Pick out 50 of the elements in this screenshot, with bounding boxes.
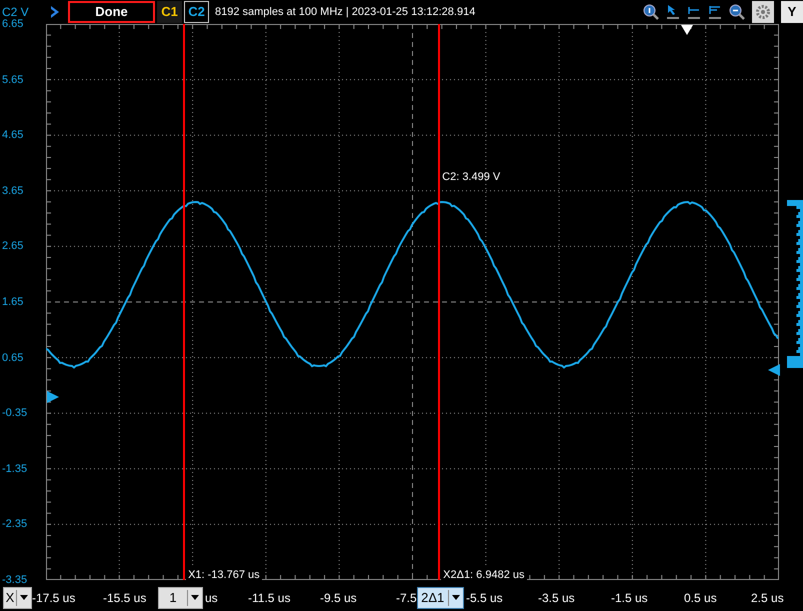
axis-label: 4.65 — [1, 129, 24, 142]
axis-label: -11.5 us — [248, 590, 290, 606]
dropdown[interactable]: 1 — [158, 586, 203, 608]
axis-label: 0.5 us — [684, 590, 717, 606]
cursor-readout: X1: -13.767 us — [186, 566, 262, 583]
acquisition-info: 8192 samples at 100 MHz | 2023-01-25 13:12:28.914 — [215, 4, 476, 20]
trigger-marker-icon[interactable] — [681, 25, 693, 35]
axis-label: -3.5 us — [538, 590, 575, 606]
axis-label: -3.35 — [1, 574, 28, 586]
axis-label: 0.65 — [1, 352, 24, 364]
caret-icon — [191, 595, 199, 600]
level-marker-icon[interactable] — [768, 364, 780, 376]
axis-label: -17.5 us — [32, 590, 76, 606]
cursor-line[interactable] — [438, 24, 440, 580]
value-readout: C2: 3.499 V — [442, 170, 500, 185]
axis-label: 5.65 — [1, 74, 24, 86]
zoom-in-icon[interactable] — [643, 4, 659, 20]
axis-label: 6.65 — [1, 18, 24, 30]
settings-button[interactable] — [752, 1, 774, 23]
axis-label: 1.65 — [1, 296, 24, 308]
cursor-icon[interactable] — [666, 4, 680, 20]
channel-tab[interactable]: C1 — [157, 1, 182, 23]
axis-label: -15.5 us — [103, 590, 146, 606]
axis-label: -2.35 — [1, 518, 28, 530]
axis-unit: C2 V — [1, 4, 30, 19]
horizontal-cursor-icon[interactable] — [687, 4, 701, 20]
cursor-line[interactable] — [183, 24, 186, 580]
ground-marker-icon[interactable] — [47, 391, 59, 403]
settings-icon — [756, 5, 770, 19]
chevron-icon[interactable] — [50, 6, 60, 18]
axis-label: -7.5 — [396, 590, 417, 606]
axis-label: -0.35 — [1, 407, 28, 420]
axis-label: -1.5 us — [611, 590, 648, 606]
zoom-out-icon[interactable] — [729, 4, 745, 20]
channel-tab[interactable]: C2 — [184, 1, 209, 23]
axis-label: -9.5 us — [320, 590, 357, 606]
axis-label: 2.65 — [1, 240, 24, 252]
axis-label: -1.35 — [1, 462, 28, 475]
axis-label: 3.65 — [1, 184, 24, 197]
caret-icon — [452, 595, 460, 600]
caret-icon — [20, 595, 28, 600]
status-badge: Done — [68, 1, 155, 23]
dropdown[interactable]: X — [3, 586, 32, 608]
cursor-readout: X2Δ1: 6.9482 us — [441, 566, 526, 583]
y-axis-button[interactable]: Y — [781, 1, 803, 23]
multi-cursor-icon[interactable] — [708, 4, 722, 20]
axis-label: -5.5 us — [466, 590, 503, 606]
axis-label: us — [205, 590, 218, 606]
dropdown[interactable]: 2Δ1 — [416, 586, 464, 608]
axis-label: 2.5 us — [751, 590, 784, 606]
